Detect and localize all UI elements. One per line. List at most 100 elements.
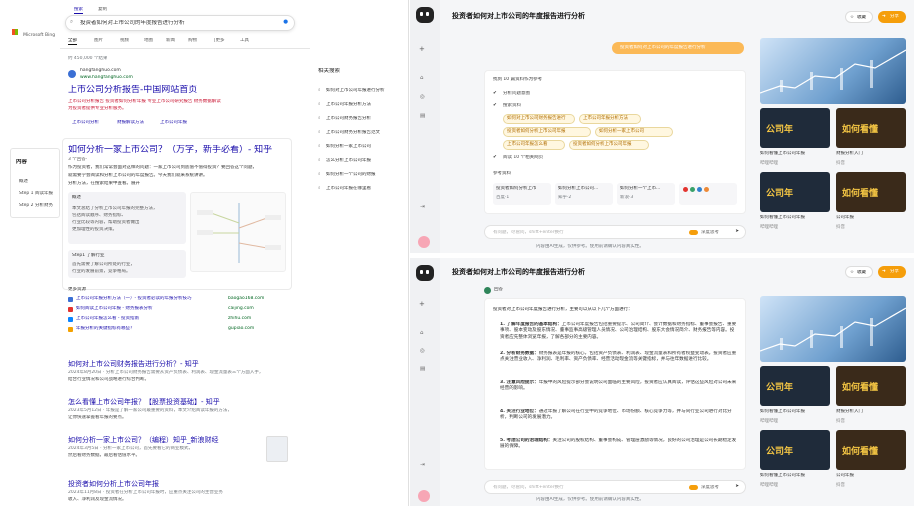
- send-icon[interactable]: ➤: [735, 484, 739, 490]
- ref-card-3[interactable]: 如何分析一个上市... 新浪·3: [617, 183, 675, 205]
- deep-link-1[interactable]: 上市公司分析: [72, 120, 99, 126]
- video-card[interactable]: 公司年 如何看懂上市公司年报 哔哩哔哩: [760, 430, 830, 492]
- related-item-7[interactable]: 如何分析一个公司的财报: [326, 172, 398, 178]
- deep-think-toggle[interactable]: [689, 485, 698, 490]
- bullet-icon: [68, 317, 73, 322]
- related-item-5[interactable]: 如何分析一家上市公司: [326, 144, 398, 150]
- chat1-sidebar: [410, 0, 440, 253]
- new-chat-icon[interactable]: +: [419, 300, 425, 309]
- nav-divider: [60, 48, 310, 49]
- query-chip-3[interactable]: 投资者如何分析上市公司年报: [503, 127, 591, 137]
- side-toc-item-2[interactable]: Step 1 阅读年报: [19, 191, 53, 197]
- nav-images[interactable]: 图片: [94, 38, 103, 44]
- step-industry-line-2: 行业的发展前景，竞争格局。: [72, 269, 131, 274]
- new-chat-icon[interactable]: +: [419, 45, 425, 54]
- compass-icon[interactable]: ◎: [420, 348, 425, 355]
- doc-icon[interactable]: ▤: [420, 366, 425, 373]
- user-message-text: 投资者如何对上市公司的年度报告进行分析: [620, 45, 706, 50]
- mic-icon[interactable]: ●: [283, 19, 288, 26]
- stock-chart-image: [760, 307, 906, 352]
- video-card[interactable]: 如何看懂 财报分析入门 抖音: [836, 108, 906, 170]
- chat1-collect-button[interactable]: ☆ 收藏: [845, 11, 873, 23]
- query-chip-5[interactable]: 上市公司年报怎么看: [503, 140, 565, 150]
- deep-think-toggle[interactable]: [689, 230, 698, 235]
- result-title-1[interactable]: 上市公司分析报告-中国网站首页: [68, 85, 197, 96]
- ref-card-2[interactable]: 如何分析上市公司... 知乎·2: [555, 183, 613, 205]
- bing-logo[interactable]: Microsoft Bing: [12, 21, 55, 40]
- video-card[interactable]: 如何看懂 财报分析入门 抖音: [836, 366, 906, 428]
- hero-image[interactable]: [760, 38, 906, 104]
- doc-icon[interactable]: ▤: [420, 113, 425, 120]
- collapse-sidebar-icon[interactable]: ⇥: [420, 462, 425, 469]
- user-avatar[interactable]: [418, 236, 430, 248]
- chat2-share-button[interactable]: ➜ 分享: [878, 266, 906, 278]
- video-caption: 如何看懂上市公司年报: [760, 151, 805, 156]
- query-chip-6[interactable]: 投资者如何分析上市公司年报: [569, 140, 649, 150]
- send-icon[interactable]: ➤: [735, 229, 739, 235]
- result-thumb[interactable]: [266, 436, 288, 462]
- more-row-1[interactable]: 上市公司年报分析方法（一）- 投资者必读的年报分析技巧 baogao168.co…: [68, 296, 298, 304]
- result-title[interactable]: 投资者如何分析上市公司年报: [68, 480, 159, 489]
- more-row-3[interactable]: 上市公司年报怎么看 - 投资指南 zhihu.com: [68, 316, 298, 324]
- deep-link-3[interactable]: 上市公司年报: [160, 120, 187, 126]
- query-chip-4[interactable]: 如何分析一家上市公司: [595, 127, 673, 137]
- side-toc-title: 内容: [16, 159, 28, 165]
- deep-link-2[interactable]: 财报解读方法: [117, 120, 144, 126]
- hero-image[interactable]: [760, 296, 906, 362]
- nav-shopping[interactable]: 购物: [188, 38, 197, 44]
- search-query[interactable]: 投资者如何对上市公司的年度报告进行分析: [80, 20, 185, 27]
- video-card[interactable]: 公司年 如何看懂上市公司年报 哔哩哔哩: [760, 172, 830, 234]
- search-icon: ⌕: [318, 158, 321, 163]
- nav-more[interactable]: |更多: [214, 38, 225, 44]
- top-tab-search[interactable]: 搜索: [74, 7, 83, 14]
- collapse-sidebar-icon[interactable]: ⇥: [420, 204, 425, 211]
- related-item-1[interactable]: 如何对上市公司年报进行分析: [326, 88, 398, 94]
- app-logo-icon[interactable]: [416, 7, 434, 23]
- compass-icon[interactable]: ◎: [420, 94, 425, 101]
- related-item-8[interactable]: 上市公司年报在哪里看: [326, 186, 398, 192]
- related-item-3[interactable]: 上市公司财务报告分析: [326, 116, 398, 122]
- ref-card-1[interactable]: 投资者如何分析上市 百度·1: [493, 183, 551, 205]
- user-avatar[interactable]: [418, 490, 430, 502]
- related-item-4[interactable]: 上市公司财务分析报告范文: [326, 130, 398, 136]
- result-title[interactable]: 如何分析一家上市公司？（编程）知乎_新浪财经: [68, 436, 258, 445]
- nav-news[interactable]: 新闻: [166, 38, 175, 44]
- nav-videos[interactable]: 视频: [120, 38, 129, 44]
- result-title[interactable]: 如何对上市公司财务报告进行分析？- 知乎: [68, 360, 199, 369]
- bullet-icon: [68, 297, 73, 302]
- video-card[interactable]: 公司年 如何看懂上市公司年报 哔哩哔哩: [760, 366, 830, 428]
- zhihu-title[interactable]: 如何分析一家上市公司？（万字，新手必看）- 知乎: [68, 145, 288, 156]
- chat2-input-box[interactable]: 有问题，尽管问，shift+enter换行 深度思考 ➤: [484, 480, 746, 494]
- nav-tools[interactable]: 工具: [240, 38, 249, 44]
- more-row-4[interactable]: 年报分析的关键指标有哪些？ gupiao.com: [68, 326, 298, 334]
- more-row-2[interactable]: 如何阅读上市公司年报 - 财务报表分析 caijing.com: [68, 306, 298, 314]
- chat1-share-button[interactable]: ➜ 分享: [878, 11, 906, 23]
- answer-item-heading: 5. 考虑公司的治理结构：: [500, 438, 553, 443]
- video-thumbnail: 如何看懂: [836, 366, 906, 406]
- top-tab-copy[interactable]: 复制: [98, 7, 107, 13]
- chat2-collect-button[interactable]: ☆ 收藏: [845, 266, 873, 278]
- video-card[interactable]: 如何看懂 公司年报 抖音: [836, 172, 906, 234]
- related-item-2[interactable]: 上市公司年报分析方法: [326, 102, 398, 108]
- ref-more-card[interactable]: [679, 183, 737, 205]
- zhihu-snippet-3[interactable]: 分析方法，在搜索结果中查看。展开: [68, 181, 288, 187]
- nav-maps[interactable]: 地图: [144, 38, 153, 44]
- search-box[interactable]: ⌕ 投资者如何对上市公司的年度报告进行分析 ●: [65, 15, 295, 31]
- related-item-6[interactable]: 怎么分析上市公司年报: [326, 158, 398, 164]
- chat1-input-box[interactable]: 有问题，尽管问，shift+enter换行 深度思考 ➤: [484, 225, 746, 239]
- result-title[interactable]: 怎么看懂上市公司年报？【股票投资基础】- 知乎: [68, 398, 220, 407]
- query-chip-2[interactable]: 上市公司年报分析方法: [579, 114, 641, 124]
- side-toc-item-1[interactable]: 概述: [19, 179, 28, 185]
- app-logo-icon[interactable]: [416, 265, 434, 281]
- query-chip-1[interactable]: 如何对上市公司财务报告进行: [503, 114, 575, 124]
- nav-all[interactable]: 全部: [68, 38, 77, 45]
- video-card[interactable]: 如何看懂 公司年报 抖音: [836, 430, 906, 492]
- video-card[interactable]: 公司年 如何看懂上市公司年报 哔哩哔哩: [760, 108, 830, 170]
- answer-item: 5. 考虑公司的治理结构：关注公司的股权结构、董事会构成、管理层激励等情况，良好…: [500, 438, 738, 464]
- home-icon[interactable]: ⌂: [420, 75, 424, 82]
- step-diagram-image[interactable]: [190, 192, 286, 272]
- task-title[interactable]: 找到 10 篇资料作为参考: [493, 77, 542, 83]
- side-toc-item-3[interactable]: Step 2 分析财务: [19, 203, 53, 209]
- answer-item-heading: 1. 了解年度报告的基本结构：: [500, 322, 562, 327]
- home-icon[interactable]: ⌂: [420, 330, 424, 337]
